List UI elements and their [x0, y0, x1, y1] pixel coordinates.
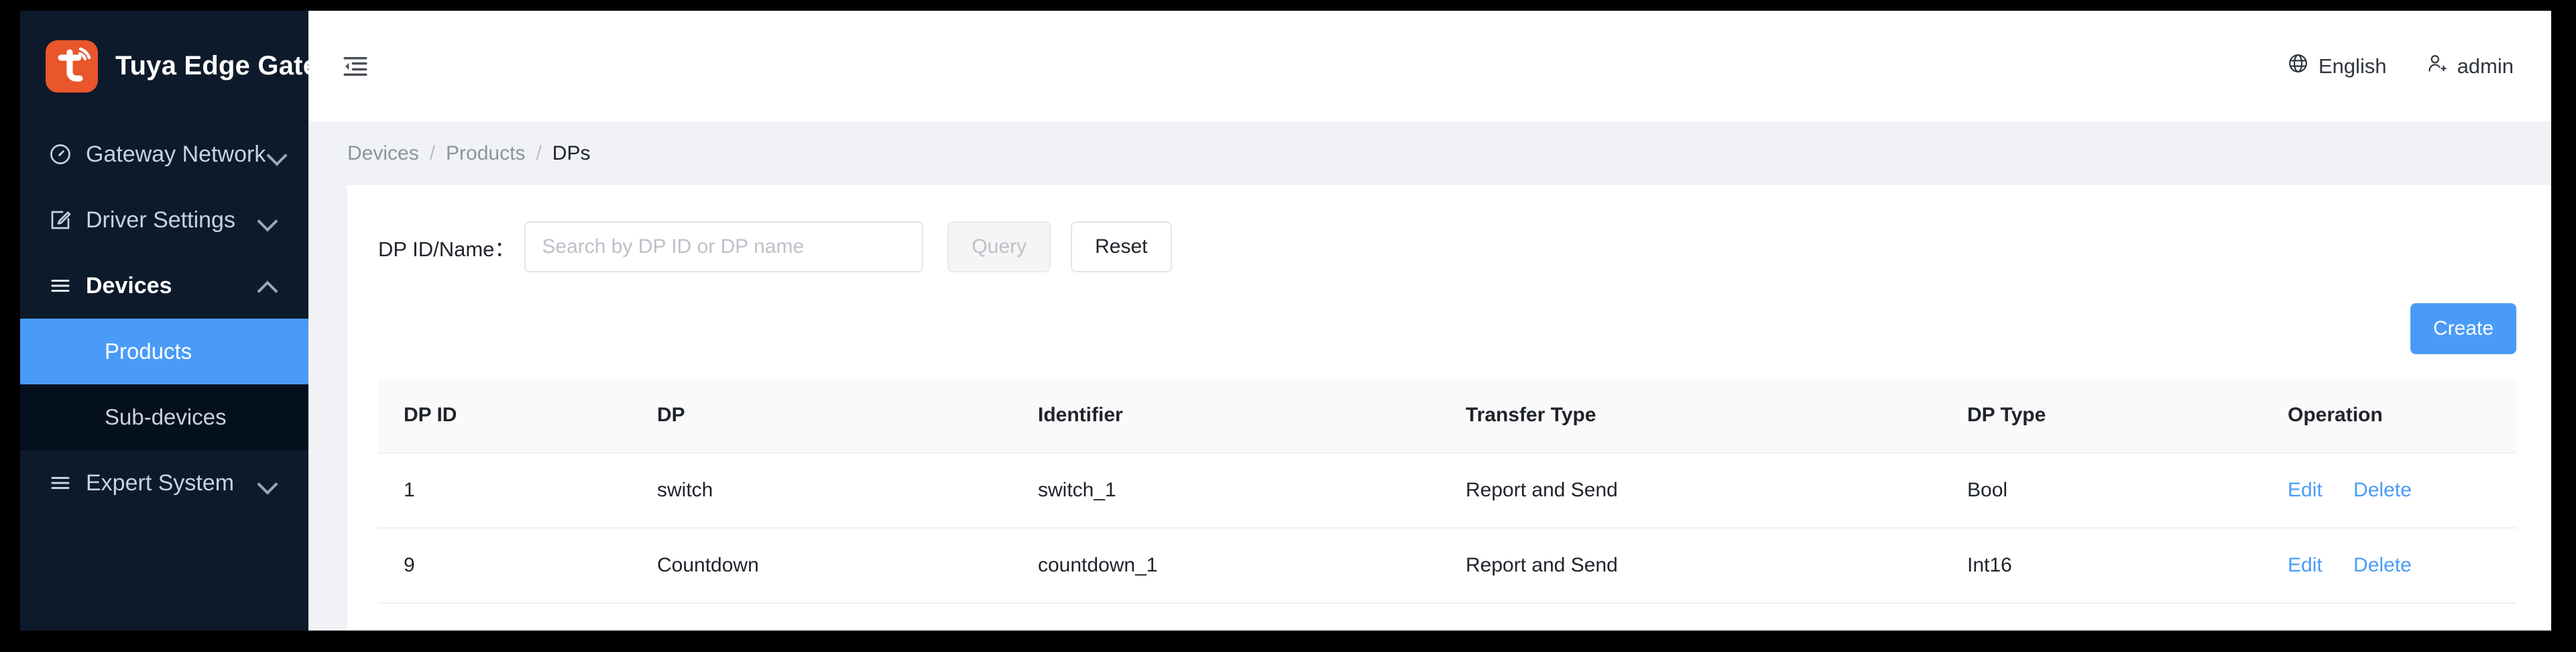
dashboard-icon	[48, 142, 76, 166]
language-switcher[interactable]: English	[2287, 52, 2387, 80]
column-header-dp-type: DP Type	[1942, 378, 2262, 453]
user-label: admin	[2457, 54, 2514, 78]
sidebar-item-gateway-network[interactable]: Gateway Network	[20, 121, 308, 187]
chevron-down-icon	[256, 209, 279, 231]
cell-operation: Edit Delete	[2262, 453, 2516, 529]
menu-bars-icon	[48, 274, 76, 298]
column-header-operation: Operation	[2262, 378, 2516, 453]
edit-link[interactable]: Edit	[2288, 479, 2323, 502]
sidebar-item-label: Expert System	[86, 470, 235, 496]
column-header-dp: DP	[632, 378, 1012, 453]
cell-identifier: switch_1	[1012, 453, 1440, 529]
breadcrumb-item-devices[interactable]: Devices	[347, 142, 419, 165]
content-wrap: DP ID/Name： Query Reset Create DP ID DP	[308, 185, 2551, 631]
content-card: DP ID/Name： Query Reset Create DP ID DP	[347, 185, 2551, 631]
table-row: 1 switch switch_1 Report and Send Bool E…	[378, 453, 2516, 529]
edit-link[interactable]: Edit	[2288, 554, 2323, 577]
table-header: DP ID DP Identifier Transfer Type DP Typ…	[378, 378, 2516, 453]
breadcrumb-separator: /	[536, 142, 542, 164]
search-input[interactable]	[524, 221, 924, 272]
table-header-row: DP ID DP Identifier Transfer Type DP Typ…	[378, 378, 2516, 453]
sidebar-item-label: Devices	[86, 272, 172, 298]
sidebar-item-products[interactable]: Products	[20, 319, 308, 384]
app-window: Tuya Edge Gateway Gateway Network Driver…	[20, 11, 2551, 631]
cell-dp: Countdown	[632, 528, 1012, 604]
chevron-down-icon	[266, 143, 288, 166]
breadcrumb: Devices / Products / DPs	[308, 121, 2551, 185]
table-row: 9 Countdown countdown_1 Report and Send …	[378, 528, 2516, 604]
sidebar-item-label: Gateway Network	[86, 141, 266, 167]
cell-transfer-type: Report and Send	[1440, 453, 1942, 529]
column-header-transfer-type: Transfer Type	[1440, 378, 1942, 453]
cell-operation: Edit Delete	[2262, 528, 2516, 604]
toolbar: Create	[347, 303, 2551, 354]
table-body: 1 switch switch_1 Report and Send Bool E…	[378, 453, 2516, 604]
language-label: English	[2318, 54, 2387, 78]
cell-identifier: countdown_1	[1012, 528, 1440, 604]
cell-dp-type: Int16	[1942, 528, 2262, 604]
sidebar-filler	[20, 516, 308, 631]
sidebar: Tuya Edge Gateway Gateway Network Driver…	[20, 11, 369, 631]
sidebar-item-sub-devices[interactable]: Sub-devices	[20, 384, 308, 450]
main-area: English admin Devices / Products / DPs D…	[308, 11, 2551, 631]
chevron-down-icon	[256, 472, 279, 494]
filter-bar: DP ID/Name： Query Reset	[347, 216, 2551, 278]
query-button[interactable]: Query	[947, 221, 1051, 272]
user-add-icon	[2426, 52, 2448, 80]
sidebar-item-label: Driver Settings	[86, 207, 235, 233]
user-menu[interactable]: admin	[2426, 52, 2514, 80]
topbar: English admin	[308, 11, 2551, 121]
breadcrumb-item-products[interactable]: Products	[446, 142, 525, 165]
delete-link[interactable]: Delete	[2353, 479, 2412, 502]
column-header-dp-id: DP ID	[378, 378, 632, 453]
menu-indent-icon[interactable]	[337, 48, 374, 85]
sidebar-item-devices[interactable]: Devices	[20, 253, 308, 319]
cell-dp-id: 1	[378, 453, 632, 529]
dp-table: DP ID DP Identifier Transfer Type DP Typ…	[378, 378, 2516, 604]
sidebar-item-label: Sub-devices	[105, 404, 227, 429]
breadcrumb-separator: /	[429, 142, 436, 164]
breadcrumb-item-dps: DPs	[552, 142, 591, 164]
devices-submenu: Products Sub-devices	[20, 319, 308, 450]
cell-dp: switch	[632, 453, 1012, 529]
edit-square-icon	[48, 208, 76, 232]
tuya-logo-icon	[46, 40, 98, 93]
delete-link[interactable]: Delete	[2353, 554, 2412, 577]
globe-icon	[2287, 52, 2309, 80]
menu-bars-icon	[48, 471, 76, 495]
cell-dp-type: Bool	[1942, 453, 2262, 529]
sidebar-item-expert-system[interactable]: Expert System	[20, 450, 308, 516]
column-header-identifier: Identifier	[1012, 378, 1440, 453]
dp-table-wrap: DP ID DP Identifier Transfer Type DP Typ…	[378, 378, 2516, 604]
reset-button[interactable]: Reset	[1071, 221, 1172, 272]
sidebar-item-label: Products	[105, 339, 192, 364]
dp-id-name-label: DP ID/Name：	[378, 237, 516, 261]
chevron-up-icon	[256, 274, 279, 297]
cell-transfer-type: Report and Send	[1440, 528, 1942, 604]
topbar-actions: English admin	[2287, 52, 2514, 80]
cell-dp-id: 9	[378, 528, 632, 604]
create-button[interactable]: Create	[2410, 303, 2516, 354]
sidebar-item-driver-settings[interactable]: Driver Settings	[20, 187, 308, 253]
brand-header: Tuya Edge Gateway	[20, 11, 369, 121]
